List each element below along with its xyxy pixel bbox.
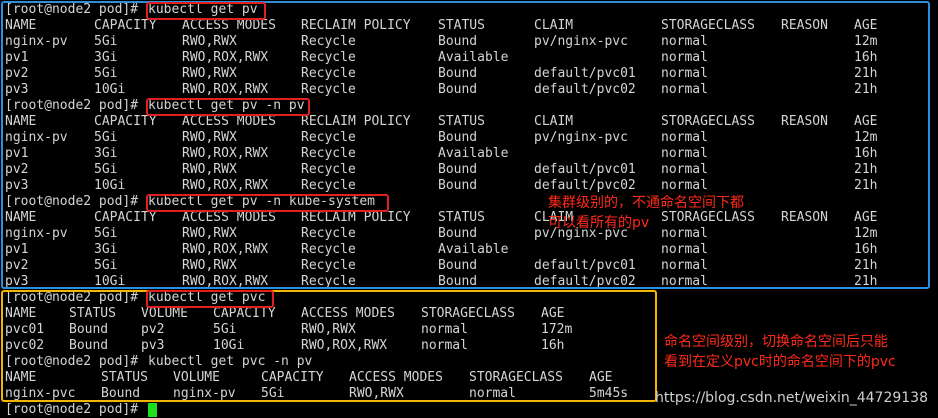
cmd-highlight-pvc bbox=[146, 290, 274, 308]
cmd-highlight-pv bbox=[146, 2, 266, 20]
cmd-highlight-pv-ns bbox=[146, 98, 310, 116]
pv-section-frame bbox=[1, 1, 930, 289]
shell-prompt: [root@node2 pod]# bbox=[5, 402, 146, 417]
cmd-highlight-pv-kube-system bbox=[146, 194, 389, 212]
pvc-note-line-1: 命名空间级别，切换命名空间后只能 bbox=[664, 334, 888, 350]
terminal-cursor bbox=[148, 403, 157, 417]
pv-note-line-1: 集群级别的，不通命名空间下都 bbox=[548, 195, 744, 211]
pvc-note-line-2: 看到在定义pvc时的命名空间下的pvc bbox=[664, 354, 896, 370]
watermark: https://blog.csdn.net/weixin_44729138 bbox=[654, 390, 928, 406]
pv-scope-annotation: 集群级别的，不通命名空间下都 可以看所有的pv bbox=[548, 193, 744, 233]
pvc-scope-annotation: 命名空间级别，切换命名空间后只能 看到在定义pvc时的命名空间下的pvc bbox=[664, 332, 896, 372]
pv-note-line-2: 可以看所有的pv bbox=[548, 215, 650, 231]
pvc-section-frame bbox=[1, 290, 657, 402]
